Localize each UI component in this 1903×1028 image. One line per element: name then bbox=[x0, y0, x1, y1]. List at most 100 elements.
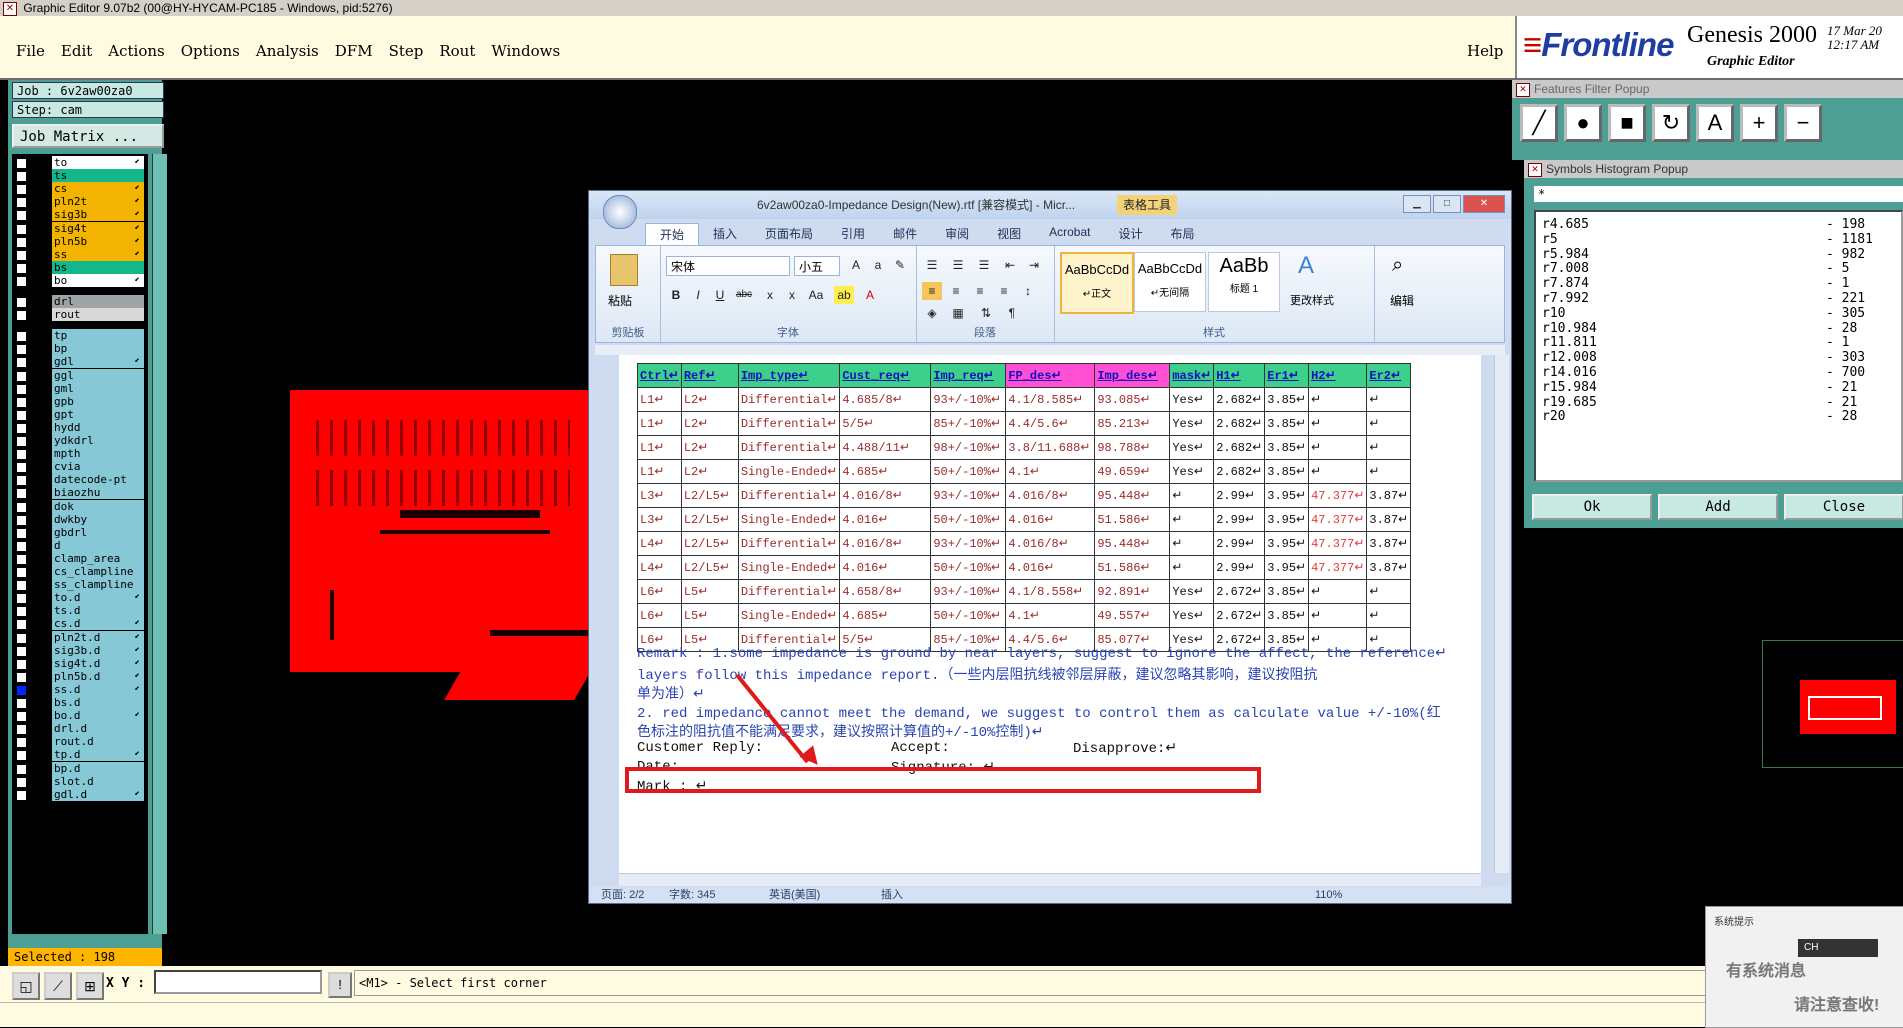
layer-checkbox[interactable] bbox=[16, 449, 27, 461]
layer-row[interactable]: bo.d ⬋ bbox=[12, 709, 148, 723]
document-horizontal-scrollbar[interactable] bbox=[619, 873, 1481, 886]
tab-insert[interactable]: 插入 bbox=[699, 223, 751, 245]
layer-checkbox[interactable] bbox=[16, 249, 27, 261]
layer-row[interactable]: slot.d bbox=[12, 774, 148, 789]
layer-name[interactable]: gbdrl bbox=[52, 525, 144, 539]
menu-step[interactable]: Step bbox=[381, 42, 432, 60]
layer-name[interactable]: datecode-pt bbox=[52, 473, 144, 487]
layer-row[interactable]: ss.d ⬋ bbox=[12, 682, 148, 697]
layer-checkbox[interactable] bbox=[16, 763, 27, 775]
layer-checkbox[interactable] bbox=[16, 737, 27, 749]
layer-checkbox[interactable] bbox=[16, 344, 27, 356]
grid-icon[interactable]: ⊞ bbox=[76, 972, 104, 1000]
layer-name[interactable]: gdl.d ⬋ bbox=[52, 787, 144, 801]
negative-polarity-icon[interactable]: − bbox=[1784, 104, 1822, 142]
close-icon[interactable]: ✕ bbox=[1528, 163, 1542, 177]
add-button[interactable]: Add bbox=[1658, 494, 1778, 520]
menu-windows[interactable]: Windows bbox=[483, 42, 568, 60]
change-styles-button[interactable]: 更改样式 bbox=[1290, 292, 1334, 308]
layer-name[interactable]: pln2t.d ⬋ bbox=[52, 630, 144, 644]
layer-row[interactable]: ss ⬋ bbox=[12, 247, 148, 262]
edit-button[interactable]: 编辑 bbox=[1390, 292, 1414, 309]
layer-row[interactable]: rout bbox=[12, 308, 148, 322]
job-matrix-button[interactable]: Job Matrix ... bbox=[12, 124, 164, 148]
align-left-icon[interactable]: ≡ bbox=[922, 282, 942, 300]
layer-name[interactable]: ts.d bbox=[52, 604, 144, 618]
superscript-icon[interactable]: x bbox=[782, 286, 802, 304]
layer-row[interactable]: cs ⬋ bbox=[12, 182, 148, 196]
layer-name[interactable]: drl.d bbox=[52, 722, 144, 736]
layer-checkbox[interactable] bbox=[16, 370, 27, 382]
layer-row[interactable]: gml bbox=[12, 381, 148, 396]
grow-font-icon[interactable]: A bbox=[846, 256, 866, 274]
layer-name[interactable]: ss ⬋ bbox=[52, 247, 144, 261]
list-item[interactable]: r20 - 28 bbox=[1542, 408, 1902, 426]
layer-row[interactable]: ydkdrl bbox=[12, 434, 148, 448]
status-page[interactable]: 页面: 2/2 bbox=[601, 887, 644, 903]
justify-icon[interactable]: ≡ bbox=[994, 282, 1014, 300]
close-icon[interactable]: ✕ bbox=[1516, 83, 1530, 97]
layer-checkbox[interactable] bbox=[16, 776, 27, 788]
layer-row[interactable]: bs bbox=[12, 260, 148, 275]
layer-checkbox[interactable] bbox=[16, 310, 27, 322]
tab-home[interactable]: 开始 bbox=[645, 223, 700, 245]
layer-name[interactable]: tp bbox=[52, 329, 144, 343]
layer-checkbox[interactable] bbox=[16, 671, 27, 683]
layer-checkbox[interactable] bbox=[16, 567, 27, 578]
layer-name[interactable]: rout.d bbox=[52, 735, 144, 749]
paste-icon[interactable] bbox=[610, 254, 638, 286]
layer-row[interactable]: sig3b ⬋ bbox=[12, 208, 148, 222]
layer-row[interactable]: d bbox=[12, 538, 148, 553]
layer-name[interactable]: ggl bbox=[52, 368, 144, 382]
layer-name[interactable]: cs_clampline bbox=[52, 565, 144, 578]
show-marks-icon[interactable]: ¶ bbox=[1002, 304, 1022, 322]
layer-name[interactable]: pln2t ⬋ bbox=[52, 195, 144, 209]
layer-row[interactable]: to.d ⬋ bbox=[12, 591, 148, 605]
binoculars-icon[interactable]: ⌕ bbox=[1392, 254, 1403, 277]
layer-checkbox[interactable] bbox=[16, 184, 27, 196]
layer-row[interactable]: ts bbox=[12, 169, 148, 183]
layer-row[interactable]: bs.d bbox=[12, 696, 148, 710]
layer-checkbox[interactable] bbox=[16, 593, 27, 605]
tab-view[interactable]: 视图 bbox=[983, 223, 1035, 245]
layer-checkbox[interactable] bbox=[16, 553, 27, 565]
tab-review[interactable]: 审阅 bbox=[931, 223, 983, 245]
font-size-select[interactable]: 小五 bbox=[794, 256, 840, 276]
layer-checkbox[interactable] bbox=[16, 606, 27, 618]
layer-row[interactable]: pln2t.d ⬋ bbox=[12, 630, 148, 645]
layer-name[interactable]: bp.d bbox=[52, 761, 144, 775]
layer-name[interactable]: mpth bbox=[52, 447, 144, 461]
sort-icon[interactable]: ⇅ bbox=[976, 304, 996, 322]
layer-row[interactable]: pln5b ⬋ bbox=[12, 234, 148, 249]
layer-checkbox[interactable] bbox=[16, 632, 27, 644]
line-spacing-icon[interactable]: ↕ bbox=[1018, 282, 1038, 300]
layer-row[interactable]: sig4t.d ⬋ bbox=[12, 656, 148, 671]
layer-name[interactable]: sig4t ⬋ bbox=[52, 221, 144, 235]
layer-row[interactable]: ggl bbox=[12, 368, 148, 383]
xy-input[interactable] bbox=[154, 970, 322, 994]
word-window[interactable]: 6v2aw00za0-Impedance Design(New).rtf [兼容… bbox=[588, 190, 1512, 904]
layer-checkbox[interactable] bbox=[16, 750, 27, 762]
layer-name[interactable]: dok bbox=[52, 499, 144, 513]
shrink-font-icon[interactable]: a bbox=[868, 256, 888, 274]
layer-checkbox[interactable] bbox=[16, 357, 27, 369]
layer-checkbox[interactable] bbox=[16, 501, 27, 513]
layer-checkbox[interactable] bbox=[16, 527, 27, 539]
menu-edit[interactable]: Edit bbox=[53, 42, 100, 60]
maximize-icon[interactable]: □ bbox=[1433, 195, 1461, 213]
tab-layout[interactable]: 布局 bbox=[1156, 223, 1208, 245]
menu-actions[interactable]: Actions bbox=[100, 42, 172, 60]
strikethrough-icon[interactable]: abc bbox=[734, 286, 754, 304]
ime-indicator[interactable]: CH bbox=[1798, 939, 1878, 957]
line-tool-icon[interactable]: ╱ bbox=[1520, 104, 1558, 142]
style-no-spacing[interactable]: AaBbCcDd ↵无间隔 bbox=[1134, 252, 1206, 312]
menu-options[interactable]: Options bbox=[173, 42, 248, 60]
layer-name[interactable]: sig3b.d ⬋ bbox=[52, 643, 144, 657]
decrease-indent-icon[interactable]: ⇤ bbox=[1000, 256, 1020, 274]
layer-name[interactable]: ss_clampline bbox=[52, 578, 144, 592]
layer-row[interactable]: gdl ⬋ bbox=[12, 355, 148, 369]
layer-checkbox[interactable] bbox=[16, 158, 27, 169]
system-notification[interactable]: 系统提示 CH 有系统消息 请注意查收! bbox=[1705, 906, 1903, 1028]
layer-checkbox[interactable] bbox=[16, 514, 27, 526]
layer-name[interactable]: bo.d ⬋ bbox=[52, 709, 144, 723]
